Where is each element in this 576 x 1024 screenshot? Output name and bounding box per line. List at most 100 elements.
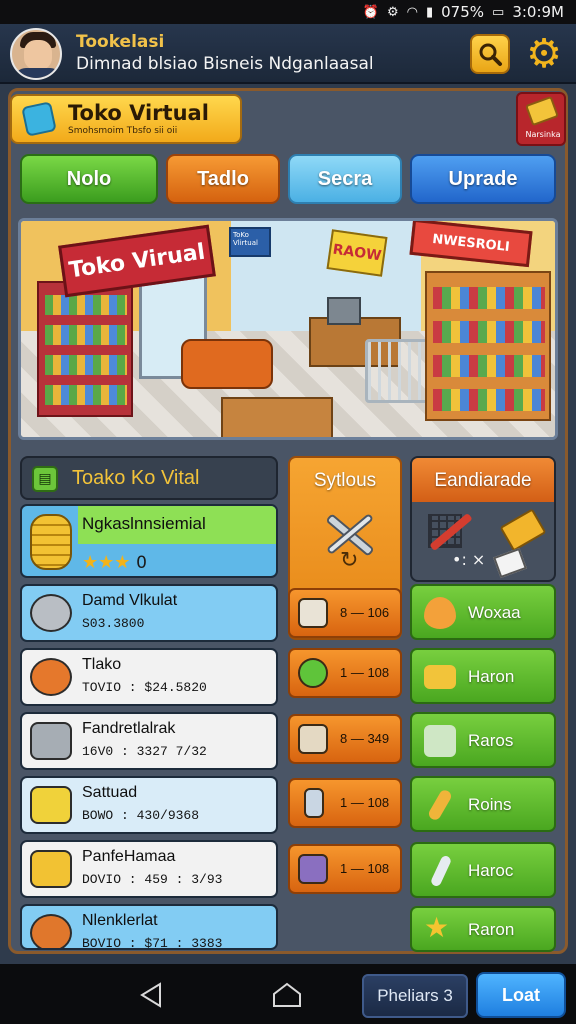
tile-icon [30,658,72,696]
clock: 3:0:9M [512,3,564,21]
upgrade-label: Raron [468,920,515,939]
cost-label: 8 — 349 [340,731,390,746]
alarm-icon: ⏰ [362,4,379,20]
inventory-title: Toako Ko Vital [72,467,200,489]
cost-button[interactable]: 1 — 108 [288,844,402,894]
upgrade-title: Eandiarade [434,470,532,491]
item-price: 16V0 : 3327 7/32 [82,744,207,759]
item-price: S03.3800 [82,616,145,631]
bottle-icon [304,788,324,818]
tab-nolo[interactable]: Nolo [20,154,158,204]
battery-percent: 075% [441,3,485,21]
upgrade-panel[interactable]: Eandiarade •: × [410,456,556,582]
store-scene[interactable]: Toko Virual ToKo Vlirtual RAOW NWESROLI [18,218,558,440]
upgrade-label: Haron [468,667,515,686]
player-avatar[interactable] [10,28,62,80]
star-icons: ★★★ [82,552,131,573]
list-item[interactable]: PanfeHamaa DOVIO : 459 : 3/93 [20,840,278,898]
cost-label: 1 — 108 [340,795,390,810]
upgrade-button[interactable]: Haroc [410,842,556,898]
upgrade-button[interactable]: ★ Raron [410,906,556,952]
item-name: PanfeHamaa [82,848,176,865]
rating-stars: ★★★ 0 [82,552,147,573]
tab-uprade[interactable]: Uprade [410,154,556,204]
back-icon[interactable] [138,982,166,1008]
item-name: Sattuad [82,784,138,801]
left-shelf[interactable] [37,281,133,417]
home-icon[interactable] [272,982,302,1008]
store-banner[interactable]: Toko Virtual Smohsmoim Tbsfo sii oii [10,94,242,144]
store-icon: ▤ [32,466,58,492]
list-item[interactable]: Fandretlalrak 16V0 : 3327 7/32 [20,712,278,770]
featured-item-card[interactable]: Ngkaslnnsiemial ★★★ 0 [20,504,278,578]
cost-label: 8 — 106 [340,605,390,620]
ticket-icon [525,95,559,127]
game-header: Tookelasi Dimnad blsiao Bisneis Ndganlaa… [0,24,576,84]
drop-icon [424,597,456,629]
badge-label: Narsinka [525,130,561,139]
product-counter[interactable] [221,397,333,437]
upgrade-label: Haroc [468,861,514,880]
cheese-icon [424,665,456,689]
upgrade-button[interactable]: Haron [410,648,556,704]
vibrate-icon: ⚙ [386,4,399,20]
header-title: Tookelasi [76,32,165,52]
cost-label: 1 — 108 [340,665,390,680]
store-name: Toko Virtual [68,101,209,125]
upgrade-label: Roins [468,795,512,814]
cost-button[interactable]: 8 — 349 [288,714,402,764]
upgrade-label: Raros [468,731,514,750]
header-subtitle: Dimnad blsiao Bisneis Ndganlaasal [76,54,374,74]
bowl-icon [30,594,72,632]
cost-button[interactable]: 1 — 108 [288,778,402,828]
dropper-icon [429,854,453,888]
upgrade-button[interactable]: Raros [410,712,556,768]
carrot-icon [426,788,454,822]
food-icon [30,914,72,948]
list-item[interactable]: Nlenklerlat BOVIO : $71 : 3383 [20,904,278,950]
players-button[interactable]: Pheliars 3 [362,974,468,1018]
search-button[interactable] [470,34,510,74]
inventory-header: ▤ Toako Ko Vital [20,456,278,500]
receipt-icon [298,598,328,628]
right-shelf[interactable] [425,271,551,421]
key-icon [424,725,456,757]
pot-icon [30,722,72,760]
coins-icon [30,514,72,570]
item-price: DOVIO : 459 : 3/93 [82,872,223,887]
item-price: BOWO : 430/9368 [82,808,200,823]
cost-button[interactable]: 1 — 108 [288,648,402,698]
settings-button[interactable]: ⚙ [522,32,566,76]
tab-tadlo[interactable]: Tadlo [166,154,280,204]
search-icon [479,43,502,66]
delivery-cart[interactable] [181,339,273,389]
rating-value: 0 [136,553,147,573]
tools-title: Sytlous [313,470,377,491]
scissors-icon: •: × [452,550,486,569]
tab-secra[interactable]: Secra [288,154,402,204]
store-tagline: Smohsmoim Tbsfo sii oii [68,126,178,136]
list-item[interactable]: Tlako TOVIO : $24.5820 [20,648,278,706]
list-item[interactable]: Sattuad BOWO : 430/9368 [20,776,278,834]
signal-icon: ▮ [425,4,434,20]
cost-button[interactable]: 8 — 106 [288,588,402,638]
box-icon [298,724,328,754]
list-item[interactable]: Damd Vlkulat S03.3800 [20,584,278,642]
upgrade-button[interactable]: Roins [410,776,556,832]
store-sign-small: ToKo Vlirtual [229,227,271,257]
item-name: Nlenklerlat [82,912,158,929]
notification-badge-button[interactable]: Narsinka [516,92,566,146]
refresh-icon: ↻ [340,548,359,573]
item-price: BOVIO : $71 : 3383 [82,936,223,950]
butter-icon [30,850,72,888]
basket-icon [298,854,328,884]
apple-icon [298,658,328,688]
item-name: Damd Vlkulat [82,592,178,609]
status-bar: ⏰ ⚙ ◠ ▮ 075% ▭ 3:0:9M [0,0,576,24]
upgrade-button[interactable]: Woxaa [410,584,556,640]
cost-label: 1 — 108 [340,861,390,876]
gear-icon: ⚙ [526,31,562,77]
featured-item-name: Ngkaslnnsiemial [82,514,206,533]
item-name: Tlako [82,656,122,673]
load-button[interactable]: Loat [476,972,566,1018]
